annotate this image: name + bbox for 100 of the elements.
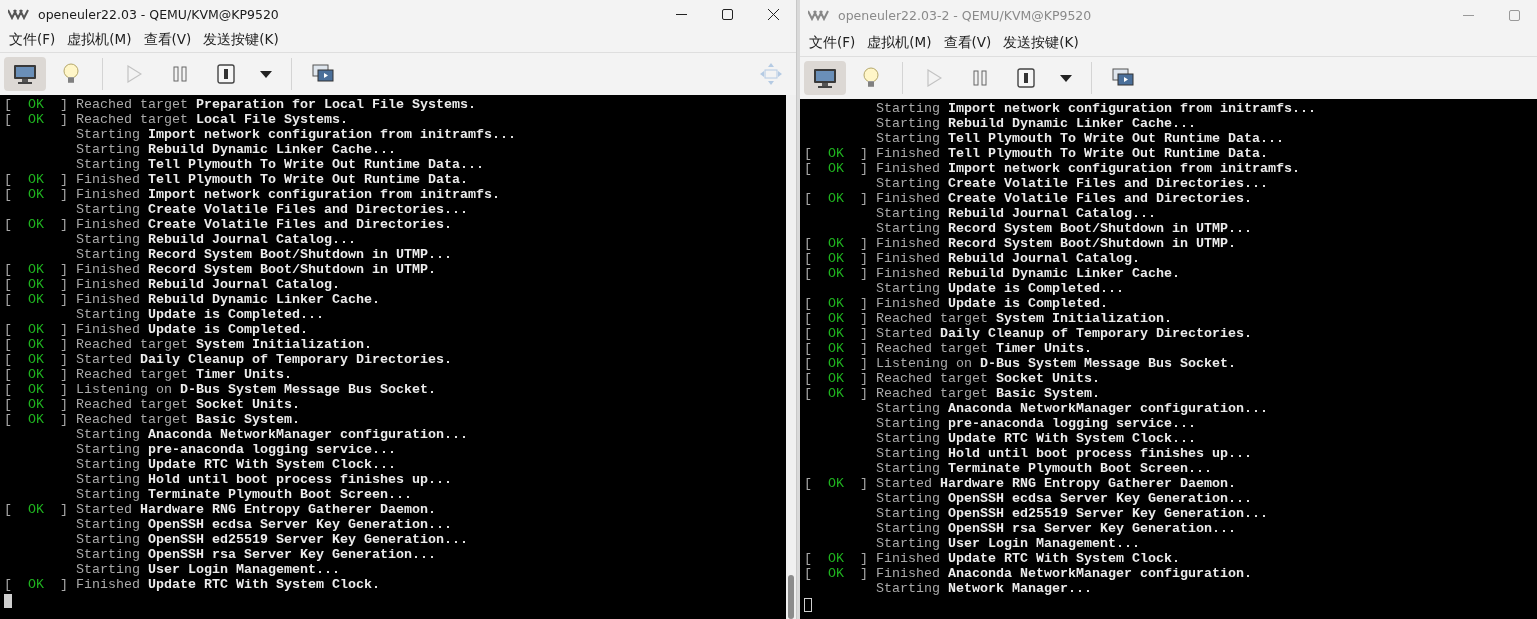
log-verb: Started bbox=[876, 326, 932, 341]
log-message: Tell Plymouth To Write Out Runtime Data. bbox=[948, 146, 1268, 161]
log-message: Tell Plymouth To Write Out Runtime Data. bbox=[148, 172, 468, 187]
log-verb: Starting bbox=[76, 307, 140, 322]
log-verb: Reached target bbox=[876, 341, 988, 356]
log-verb: Started bbox=[76, 352, 132, 367]
window-title: openeuler22.03-2 - QEMU/KVM@KP9520 bbox=[838, 7, 1092, 23]
ok-status: [ OK ] bbox=[4, 292, 68, 307]
log-message: Tell Plymouth To Write Out Runtime Data... bbox=[148, 157, 484, 172]
log-verb: Reached target bbox=[876, 371, 988, 386]
log-message: User Login Management... bbox=[148, 562, 340, 577]
menu-item[interactable]: 查看(V) bbox=[938, 32, 997, 54]
log-message: Hardware RNG Entropy Gatherer Daemon. bbox=[940, 476, 1236, 491]
ok-status: [ OK ] bbox=[804, 551, 868, 566]
log-verb: Reached target bbox=[76, 112, 188, 127]
log-verb: Finished bbox=[876, 296, 940, 311]
log-verb: Finished bbox=[876, 566, 940, 581]
log-message: Basic System. bbox=[996, 386, 1100, 401]
menu-item[interactable]: 发送按键(K) bbox=[198, 29, 284, 51]
log-verb: Reached target bbox=[76, 337, 188, 352]
log-message: Record System Boot/Shutdown in UTMP. bbox=[148, 262, 436, 277]
ok-status: [ OK ] bbox=[4, 217, 68, 232]
log-message: Rebuild Dynamic Linker Cache... bbox=[148, 142, 396, 157]
log-message: Create Volatile Files and Directories. bbox=[948, 191, 1252, 206]
log-message: OpenSSH ecdsa Server Key Generation... bbox=[948, 491, 1252, 506]
log-message: Rebuild Journal Catalog... bbox=[948, 206, 1156, 221]
log-verb: Finished bbox=[76, 292, 140, 307]
log-message: pre-anaconda logging service... bbox=[148, 442, 396, 457]
log-message: Create Volatile Files and Directories... bbox=[148, 202, 468, 217]
log-message: Rebuild Journal Catalog... bbox=[148, 232, 356, 247]
log-message: Import network configuration from initramfs. bbox=[148, 187, 500, 202]
log-verb: Finished bbox=[76, 187, 140, 202]
ok-status: [ OK ] bbox=[4, 412, 68, 427]
log-message: Import network configuration from initramfs... bbox=[948, 101, 1316, 116]
log-verb: Starting bbox=[76, 532, 140, 547]
log-verb: Starting bbox=[76, 487, 140, 502]
ok-status: [ OK ] bbox=[804, 341, 868, 356]
ok-status: [ OK ] bbox=[4, 382, 68, 397]
log-message: Rebuild Journal Catalog. bbox=[148, 277, 340, 292]
log-verb: Finished bbox=[76, 577, 140, 592]
log-verb: Starting bbox=[76, 232, 140, 247]
log-message: Import network configuration from initramfs. bbox=[948, 161, 1300, 176]
log-verb: Starting bbox=[76, 562, 140, 577]
log-verb: Starting bbox=[76, 472, 140, 487]
log-verb: Reached target bbox=[76, 97, 188, 112]
log-verb: Starting bbox=[876, 521, 940, 536]
log-verb: Finished bbox=[876, 191, 940, 206]
window-title: openeuler22.03 - QEMU/KVM@KP9520 bbox=[38, 6, 279, 22]
log-verb: Started bbox=[876, 476, 932, 491]
ok-status: [ OK ] bbox=[804, 266, 868, 281]
log-message: Hold until boot process finishes up... bbox=[148, 472, 452, 487]
ok-status: [ OK ] bbox=[804, 311, 868, 326]
ok-status: [ OK ] bbox=[804, 386, 868, 401]
log-message: Timer Units. bbox=[196, 367, 292, 382]
log-message: OpenSSH ecdsa Server Key Generation... bbox=[148, 517, 452, 532]
log-verb: Finished bbox=[76, 262, 140, 277]
log-verb: Reached target bbox=[876, 311, 988, 326]
ok-status: [ OK ] bbox=[4, 112, 68, 127]
menu-item[interactable]: 虚拟机(M) bbox=[862, 32, 937, 54]
log-message: Record System Boot/Shutdown in UTMP... bbox=[148, 247, 452, 262]
log-message: Create Volatile Files and Directories... bbox=[948, 176, 1268, 191]
log-verb: Starting bbox=[876, 416, 940, 431]
log-message: OpenSSH rsa Server Key Generation... bbox=[948, 521, 1236, 536]
log-message: Rebuild Dynamic Linker Cache. bbox=[148, 292, 380, 307]
log-message: OpenSSH ed25519 Server Key Generation... bbox=[148, 532, 468, 547]
log-verb: Reached target bbox=[76, 412, 188, 427]
log-message: Daily Cleanup of Temporary Directories. bbox=[140, 352, 452, 367]
menu-item[interactable]: 文件(F) bbox=[4, 29, 61, 51]
log-verb: Starting bbox=[76, 247, 140, 262]
log-verb: Starting bbox=[76, 157, 140, 172]
ok-status: [ OK ] bbox=[4, 322, 68, 337]
ok-status: [ OK ] bbox=[804, 146, 868, 161]
ok-status: [ OK ] bbox=[804, 161, 868, 176]
log-verb: Finished bbox=[76, 277, 140, 292]
menu-item[interactable]: 查看(V) bbox=[138, 29, 197, 51]
log-message: Local File Systems. bbox=[196, 112, 348, 127]
log-verb: Finished bbox=[876, 251, 940, 266]
ok-status: [ OK ] bbox=[804, 476, 868, 491]
ok-status: [ OK ] bbox=[804, 251, 868, 266]
ok-status: [ OK ] bbox=[4, 352, 68, 367]
ok-status: [ OK ] bbox=[804, 566, 868, 581]
log-message: Basic System. bbox=[196, 412, 300, 427]
menu-item[interactable]: 文件(F) bbox=[804, 32, 861, 54]
log-message: Update RTC With System Clock. bbox=[148, 577, 380, 592]
log-verb: Finished bbox=[76, 172, 140, 187]
log-message: Update RTC With System Clock. bbox=[948, 551, 1180, 566]
log-verb: Starting bbox=[876, 131, 940, 146]
log-message: Update is Completed... bbox=[948, 281, 1124, 296]
menu-item[interactable]: 发送按键(K) bbox=[998, 32, 1084, 54]
log-verb: Reached target bbox=[76, 397, 188, 412]
log-verb: Starting bbox=[876, 446, 940, 461]
log-verb: Starting bbox=[876, 206, 940, 221]
log-message: Update RTC With System Clock... bbox=[948, 431, 1196, 446]
menu-item[interactable]: 虚拟机(M) bbox=[62, 29, 137, 51]
log-message: Hardware RNG Entropy Gatherer Daemon. bbox=[140, 502, 436, 517]
log-message: Anaconda NetworkManager configuration... bbox=[148, 427, 468, 442]
log-message: System Initialization. bbox=[996, 311, 1172, 326]
log-verb: Starting bbox=[76, 517, 140, 532]
log-message: Socket Units. bbox=[996, 371, 1100, 386]
ok-status: [ OK ] bbox=[804, 236, 868, 251]
